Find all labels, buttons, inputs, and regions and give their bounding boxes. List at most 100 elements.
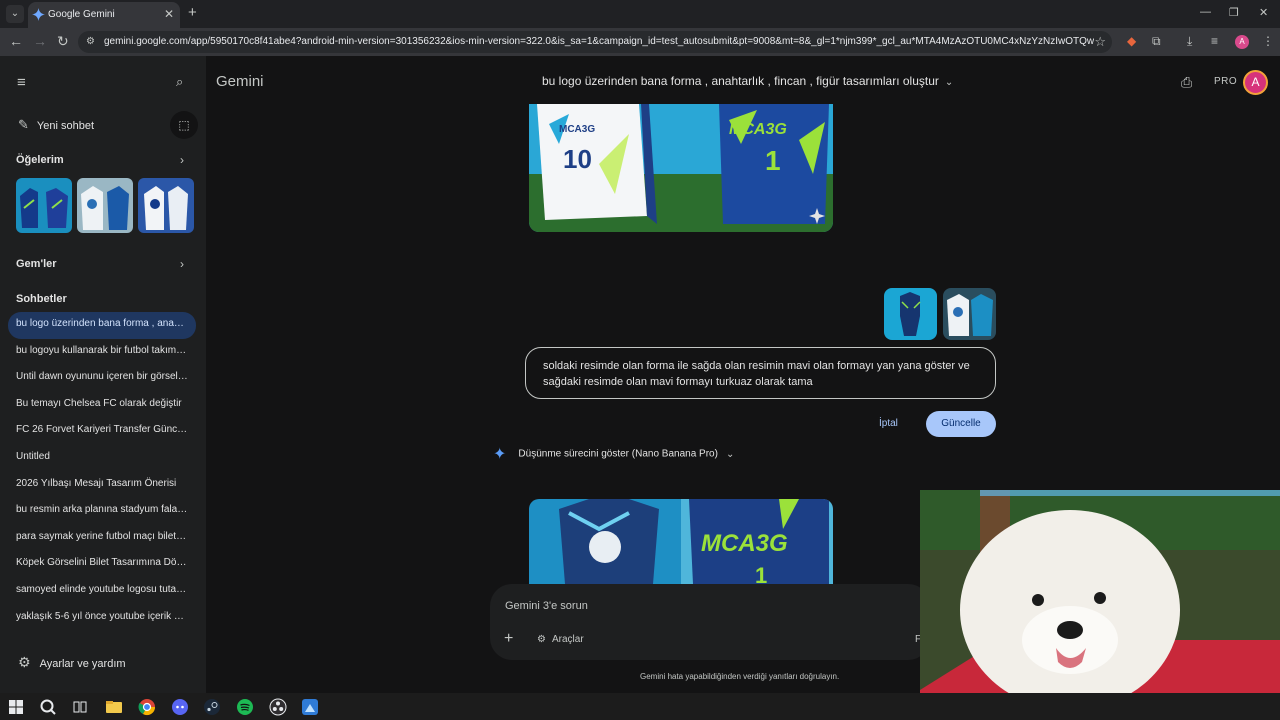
chrome-icon[interactable] (137, 697, 157, 717)
chevron-right-icon[interactable]: › (180, 153, 184, 167)
site-info-icon[interactable]: ⚙ (86, 36, 95, 47)
jersey-image-icon (943, 288, 996, 340)
tab-list-icon[interactable]: ⌄ (6, 5, 24, 23)
webcam-overlay (920, 490, 1280, 720)
jersey-image-icon: MCA3G 1 (529, 499, 833, 584)
chat-item[interactable]: Bu temayı Chelsea FC olarak değiştir (8, 392, 196, 419)
restore-icon[interactable]: ❐ (1229, 6, 1239, 19)
photo-editor-icon[interactable] (300, 697, 320, 717)
edit-message-text[interactable]: soldaki resimde olan forma ile sağda ola… (543, 358, 983, 390)
task-view-icon[interactable] (70, 697, 90, 717)
user-avatar[interactable]: A (1243, 70, 1268, 95)
item-thumbnail[interactable] (138, 178, 194, 233)
menu-icon[interactable]: ≡ (17, 74, 26, 91)
file-explorer-icon[interactable] (104, 697, 124, 717)
chevron-down-icon: ⌄ (725, 448, 735, 460)
chat-item[interactable]: yaklaşık 5-6 yıl önce youtube içerik üre… (8, 605, 196, 632)
chat-item[interactable]: 2026 Yılbaşı Mesajı Tasarım Önerisi (8, 472, 196, 499)
chat-item[interactable]: Köpek Görselini Bilet Tasarımına Dönüştü… (8, 551, 196, 578)
profile-avatar[interactable]: A (1235, 35, 1249, 49)
tools-button[interactable]: ⚙ Araçlar (537, 634, 584, 645)
minimize-icon[interactable]: — (1200, 6, 1211, 18)
chat-item[interactable]: samoyed elinde youtube logosu tutarken (8, 578, 196, 605)
edit-icon: ✎ (18, 117, 29, 132)
gemini-spark-icon: ✦ (493, 446, 507, 463)
chat-item[interactable]: bu resmin arka planına stadyum falan ekl… (8, 498, 196, 525)
tab-close-icon[interactable]: ✕ (164, 7, 174, 21)
jersey-image-icon (138, 178, 194, 233)
search-icon[interactable]: ⌕ (176, 74, 183, 90)
sidebar: ≡ ⌕ ✎ Yeni sohbet ⬚ Öğelerim › Gem'ler › (0, 56, 206, 693)
jersey-image-icon (77, 178, 133, 233)
generated-image[interactable]: MCA3G 1 (529, 499, 833, 584)
url-text[interactable]: gemini.google.com/app/5950170c8f41abe4?a… (104, 36, 1094, 47)
windows-taskbar (0, 693, 1280, 720)
windows-start-icon[interactable] (6, 697, 26, 717)
item-thumbnail[interactable] (16, 178, 72, 233)
media-control-icon[interactable]: ≡ (1211, 34, 1218, 48)
download-icon[interactable]: ⤓ (1187, 34, 1192, 49)
items-section-title[interactable]: Öğelerim (16, 154, 64, 166)
jersey-number-right: 1 (765, 145, 781, 176)
search-icon[interactable] (38, 697, 58, 717)
tab-title: Google Gemini (48, 9, 115, 20)
edit-message-field[interactable]: soldaki resimde olan forma ile sağda ola… (525, 347, 996, 399)
browser-menu-icon[interactable]: ⋮ (1262, 34, 1274, 48)
browser-tab-bar: ⌄ Google Gemini ✕ + — ❐ ✕ (0, 0, 1280, 28)
attached-image[interactable] (884, 288, 937, 340)
extensions-puzzle-icon[interactable]: ⧉ (1152, 34, 1161, 49)
chevron-right-icon[interactable]: › (180, 257, 184, 271)
gemini-favicon-icon (32, 8, 45, 21)
temporary-chat-icon[interactable]: ⬚ (170, 111, 198, 139)
update-button[interactable]: Güncelle (926, 411, 996, 437)
chat-item[interactable]: Until dawn oyununu içeren bir görsel olu… (8, 365, 196, 392)
discord-icon[interactable] (170, 697, 190, 717)
jersey-text-bottom: MCA3G (701, 530, 788, 557)
jersey-image-icon (16, 178, 72, 233)
chat-item[interactable]: Untitled (8, 445, 196, 472)
chat-item[interactable]: bu logoyu kullanarak bir futbol takımı f… (8, 339, 196, 366)
gemini-brand[interactable]: Gemini (216, 73, 264, 90)
address-bar[interactable]: ⚙ gemini.google.com/app/5950170c8f41abe4… (78, 31, 1112, 53)
new-chat-label: Yeni sohbet (36, 120, 94, 132)
back-icon[interactable]: ← (9, 33, 23, 49)
prompt-input-area[interactable]: Gemini 3'e sorun + ⚙ Araçlar F (490, 584, 930, 660)
obs-icon[interactable] (268, 697, 288, 717)
disclaimer-text: Gemini hata yapabildiğinden verdiği yanı… (640, 672, 840, 681)
jersey-text-left: MCA3G (559, 124, 595, 135)
chat-item[interactable]: FC 26 Forvet Kariyeri Transfer Güncellem… (8, 418, 196, 445)
chats-section-title: Sohbetler (16, 293, 67, 305)
chat-item-active[interactable]: bu logo üzerinden bana forma , anahtarlı… (8, 312, 196, 339)
chat-item[interactable]: para saymak yerine futbol maçı bileti tu… (8, 525, 196, 552)
conversation-title[interactable]: bu logo üzerinden bana forma , anahtarlı… (542, 74, 953, 88)
pro-badge[interactable]: PRO (1214, 76, 1237, 87)
gems-section-title[interactable]: Gem'ler (16, 258, 57, 270)
settings-button[interactable]: ⚙ Ayarlar ve yardım (18, 654, 126, 671)
spotify-icon[interactable] (235, 697, 255, 717)
jersey-image-icon: MCA3G 10 MCA3G 1 (529, 104, 833, 232)
extension-fox-icon[interactable]: ◆ (1127, 34, 1136, 48)
forward-icon[interactable]: → (33, 33, 47, 49)
browser-tab[interactable]: Google Gemini ✕ (28, 2, 180, 28)
item-thumbnail[interactable] (77, 178, 133, 233)
jersey-image-icon (884, 288, 937, 340)
generated-image[interactable]: MCA3G 10 MCA3G 1 (529, 104, 833, 232)
new-tab-icon[interactable]: + (188, 4, 197, 21)
share-print-icon[interactable]: ⎙ (1181, 74, 1192, 91)
browser-toolbar: ← → ↻ ⚙ gemini.google.com/app/5950170c8f… (0, 28, 1280, 56)
new-chat-button[interactable]: ✎ Yeni sohbet (18, 117, 94, 133)
window-close-icon[interactable]: ✕ (1259, 6, 1268, 19)
steam-icon[interactable] (202, 697, 222, 717)
attached-image[interactable] (943, 288, 996, 340)
reload-icon[interactable]: ↻ (57, 33, 69, 50)
prompt-input[interactable]: Gemini 3'e sorun (505, 600, 588, 612)
thinking-label: Düşünme sürecini göster (Nano Banana Pro… (518, 448, 718, 460)
cancel-button[interactable]: İptal (879, 418, 898, 429)
settings-label: Ayarlar ve yardım (39, 658, 126, 670)
tools-icon: ⚙ (537, 634, 546, 645)
jersey-text-right: MCA3G (729, 121, 787, 138)
add-attachment-icon[interactable]: + (504, 630, 513, 648)
bookmark-star-icon[interactable]: ☆ (1094, 34, 1106, 50)
jersey-number-bottom: 1 (755, 563, 767, 584)
show-thinking-toggle[interactable]: ✦ Düşünme sürecini göster (Nano Banana Pr… (493, 444, 734, 464)
